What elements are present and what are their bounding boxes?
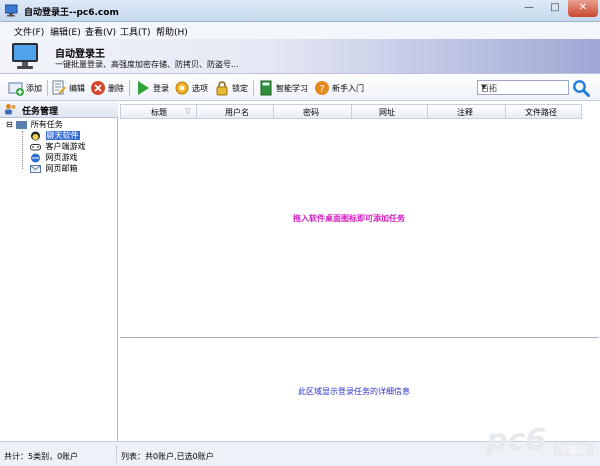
task-panel-title: 任务管理	[22, 107, 59, 117]
tree-item-label: 聊天软件	[45, 131, 80, 140]
status-divider	[116, 445, 117, 463]
window-title: 自动登录王--pc6.com	[24, 8, 119, 18]
add-button[interactable]: 添加	[8, 78, 42, 98]
monitor-icon	[12, 43, 38, 69]
banner-subtitle: 一键批量登录、高强度加密存储、防拷贝、防盗号...	[55, 60, 239, 69]
book-icon	[260, 80, 272, 96]
column-file-path[interactable]: 文件路径	[525, 107, 557, 118]
folder-icon	[16, 121, 28, 129]
minimize-button[interactable]: —	[516, 0, 542, 17]
pc6-watermark-logo: pc6 下载站	[485, 423, 594, 458]
status-list-count: 列表：共0账户,已选0账户	[121, 452, 214, 461]
svg-text:下载站: 下载站	[559, 444, 586, 456]
close-button[interactable]: ✕	[568, 0, 598, 17]
menu-edit[interactable]: 编辑(E)	[50, 25, 81, 38]
column-divider	[505, 105, 506, 118]
tree-root-label: 所有任务	[30, 120, 63, 129]
delete-icon	[91, 81, 105, 95]
lock-icon	[216, 81, 228, 96]
column-username[interactable]: 用户名	[225, 107, 249, 118]
column-divider	[351, 105, 352, 118]
edit-button[interactable]: 编辑	[51, 78, 85, 98]
column-divider	[427, 105, 428, 118]
help-icon: ?	[315, 81, 329, 95]
menu-bar: 文件(F) 编辑(E) 查看(V) 工具(T) 帮助(H)	[0, 22, 600, 39]
tree-item-webmail[interactable]: 网页邮箱	[30, 163, 78, 174]
title-bar: 自动登录王--pc6.com — □ ✕	[0, 0, 600, 22]
delete-button[interactable]: 删除	[90, 78, 124, 98]
chevron-down-icon[interactable]: ▼	[481, 83, 566, 91]
play-icon	[138, 81, 149, 95]
column-title[interactable]: 标题	[151, 107, 167, 118]
beginner-button[interactable]: ? 新手入门	[314, 78, 364, 98]
column-note[interactable]: 注释	[457, 107, 473, 118]
maximize-button[interactable]: □	[542, 0, 568, 17]
options-button[interactable]: 选项	[174, 78, 208, 98]
column-divider	[273, 105, 274, 118]
edit-label: 编辑	[69, 83, 85, 93]
banner-title: 自动登录王	[55, 49, 105, 60]
tree-item-label: 客户端游戏	[45, 142, 86, 151]
toolbar-separator	[129, 80, 130, 96]
lock-label: 锁定	[232, 83, 248, 93]
tree-item-label: 网页邮箱	[45, 164, 78, 173]
login-button[interactable]: 登录	[135, 78, 169, 98]
tree-root[interactable]: ⊟ 所有任务	[6, 119, 63, 130]
menu-tools[interactable]: 工具(T)	[120, 25, 151, 38]
gamepad-icon	[30, 143, 41, 150]
smart-learn-label: 智能学习	[276, 83, 308, 93]
empty-list-hint: 拖入软件桌面图标即可添加任务	[293, 214, 405, 223]
add-label: 添加	[26, 83, 42, 93]
svg-text:pc6: pc6	[485, 423, 546, 458]
status-summary: 共计：5类别，0账户	[4, 452, 79, 461]
detail-hint: 此区域显示登录任务的详细信息	[298, 387, 410, 396]
search-icon[interactable]	[572, 79, 590, 97]
search-input[interactable]: 百拓 ▼	[477, 80, 569, 95]
task-panel-header: 任务管理	[0, 101, 118, 118]
delete-label: 删除	[108, 83, 124, 93]
tree-item-chat[interactable]: 聊天软件	[30, 130, 80, 141]
mail-icon	[30, 164, 41, 173]
menu-help[interactable]: 帮助(H)	[156, 25, 188, 38]
chat-icon	[31, 131, 40, 140]
edit-icon	[52, 80, 66, 95]
menu-file[interactable]: 文件(F)	[14, 25, 44, 38]
tree-item-client-games[interactable]: 客户端游戏	[30, 141, 86, 152]
gear-icon	[175, 81, 189, 95]
menu-view[interactable]: 查看(V)	[85, 25, 116, 38]
tree-item-web-games[interactable]: 网页游戏	[30, 152, 78, 163]
lock-button[interactable]: 锁定	[214, 78, 248, 98]
banner: 自动登录王 一键批量登录、高强度加密存储、防拷贝、防盗号...	[0, 39, 600, 74]
tree-toggle[interactable]: ⊟	[6, 120, 13, 129]
tree-connector	[22, 131, 23, 169]
task-tree-panel: 任务管理 ⊟ 所有任务 聊天软件 客户端游戏 网页游戏 网页邮箱	[0, 101, 118, 441]
task-list-header: 标题 ▽ 用户名 密码 网址 注释 文件路径	[120, 104, 582, 119]
svg-text:?: ?	[319, 84, 324, 95]
beginner-label: 新手入门	[332, 83, 364, 93]
add-icon	[8, 82, 24, 96]
column-url[interactable]: 网址	[379, 107, 395, 118]
sort-icon[interactable]: ▽	[185, 107, 190, 115]
tree-item-label: 网页游戏	[45, 153, 78, 162]
app-icon	[5, 4, 18, 17]
toolbar-separator	[253, 80, 254, 96]
toolbar-separator	[47, 80, 48, 96]
smart-learn-button[interactable]: 智能学习	[258, 78, 308, 98]
options-label: 选项	[192, 83, 208, 93]
column-divider	[196, 105, 197, 118]
users-icon	[5, 104, 16, 115]
column-password[interactable]: 密码	[303, 107, 319, 118]
web-game-icon	[31, 153, 40, 162]
login-label: 登录	[153, 83, 169, 93]
task-list[interactable]: 标题 ▽ 用户名 密码 网址 注释 文件路径 拖入软件桌面图标即可添加任务	[120, 101, 599, 338]
